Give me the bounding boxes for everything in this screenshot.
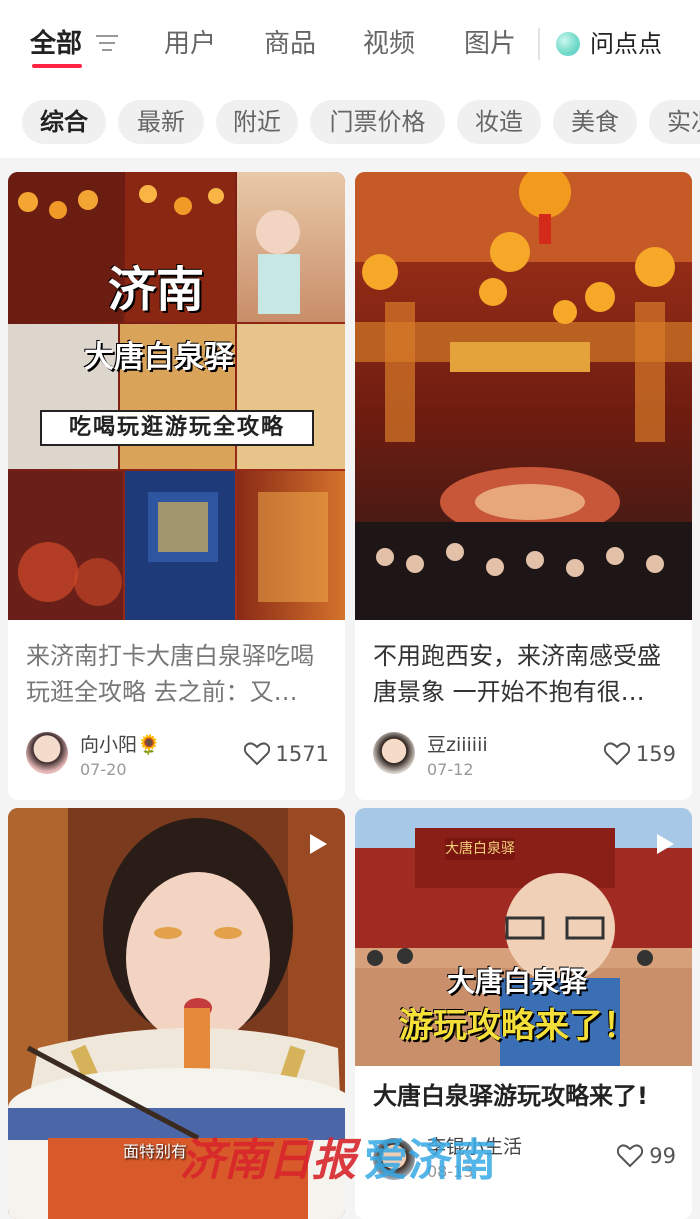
cover-caption: 面特别有 (123, 1142, 188, 1161)
watermark-logo: 济南日报 爱济南 (180, 1124, 496, 1188)
post-date: 07-12 (427, 760, 474, 779)
tab-divider (538, 28, 540, 60)
chip-nearby[interactable]: 附近 (216, 100, 298, 144)
watermark-jinan-daily: 济南日报 (180, 1135, 356, 1186)
author-avatar[interactable] (373, 732, 415, 774)
tab-users[interactable]: 用户 (164, 24, 216, 64)
play-icon (310, 834, 327, 854)
chip-makeup[interactable]: 妆造 (457, 100, 541, 144)
gate-sign: 大唐白泉驿 (445, 838, 515, 860)
filter-chip-bar: 综合 最新 附近 门票价格 妆造 美食 实况 (0, 92, 700, 158)
heart-icon (243, 742, 270, 766)
author-avatar[interactable] (26, 732, 68, 774)
note-title[interactable]: 大唐白泉驿游玩攻略来了! (373, 1078, 683, 1114)
tab-products[interactable]: 商品 (264, 24, 316, 64)
note-cover-image: 济南 大唐白泉驿 吃喝玩逛游玩全攻略 (8, 172, 345, 620)
cover-banner: 吃喝玩逛游玩全攻略 (40, 410, 314, 446)
cover-subtitle: 大唐白泉驿 (84, 340, 234, 375)
like-button[interactable]: 159 (603, 742, 676, 766)
chip-food[interactable]: 美食 (553, 100, 637, 144)
tab-videos[interactable]: 视频 (363, 24, 415, 64)
heart-icon (617, 1144, 644, 1168)
cover-title: 大唐白泉驿 (447, 965, 588, 998)
ask-ai-button[interactable]: 问点点 (590, 24, 662, 64)
top-tab-bar: 全部 用户 商品 视频 图片 问点点 (0, 0, 700, 92)
heart-icon (603, 742, 630, 766)
note-card[interactable]: 济南 大唐白泉驿 吃喝玩逛游玩全攻略 来济南打卡大唐白泉驿吃喝玩逛全攻略 去之前… (8, 172, 345, 800)
chip-comprehensive[interactable]: 综合 (22, 100, 106, 144)
cover-title: 济南 (108, 262, 205, 318)
tab-images[interactable]: 图片 (464, 24, 516, 64)
cover-subtitle: 游玩攻略来了！ (399, 1006, 637, 1046)
chip-live[interactable]: 实况 (649, 100, 700, 144)
note-cover-image: 大唐白泉驿 大唐白泉驿 游玩攻略来了！ (355, 808, 692, 1066)
author-name[interactable]: 向小阳🌻 (80, 730, 161, 757)
chip-ticket-price[interactable]: 门票价格 (310, 100, 445, 144)
play-icon (657, 834, 674, 854)
filter-icon[interactable] (96, 33, 118, 53)
active-tab-indicator (32, 64, 82, 68)
note-title[interactable]: 不用跑西安，来济南感受盛唐景象 一开始不抱有很… (373, 638, 683, 710)
like-button[interactable]: 1571 (243, 742, 329, 766)
like-button[interactable]: 99 (617, 1144, 676, 1168)
tab-all[interactable]: 全部 (30, 24, 82, 64)
ask-ai-icon[interactable] (556, 32, 580, 56)
note-cover-image (355, 172, 692, 620)
chip-latest[interactable]: 最新 (118, 100, 204, 144)
watermark-ai-jinan: 爱济南 (364, 1135, 496, 1186)
like-count: 159 (635, 742, 676, 766)
author-name[interactable]: 豆ziiiiii (427, 730, 488, 757)
post-date: 07-20 (80, 760, 127, 779)
note-card[interactable]: 不用跑西安，来济南感受盛唐景象 一开始不抱有很… 豆ziiiiii 07-12 … (355, 172, 692, 800)
like-count: 99 (649, 1144, 676, 1168)
like-count: 1571 (275, 742, 329, 766)
note-title[interactable]: 来济南打卡大唐白泉驿吃喝玩逛全攻略 去之前：又… (26, 638, 336, 710)
